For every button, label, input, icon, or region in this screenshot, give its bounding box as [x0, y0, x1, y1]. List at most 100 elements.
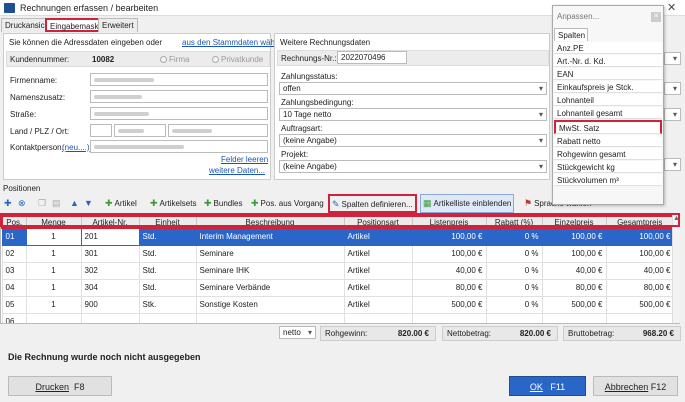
cell-beschreibung[interactable]: [195, 312, 345, 323]
delete-position-icon[interactable]: ⊗: [16, 196, 30, 211]
popup-item[interactable]: Stückgewicht kg: [554, 161, 662, 173]
ok-button[interactable]: OK F11: [509, 376, 586, 396]
cell-menge[interactable]: 1: [25, 244, 82, 263]
cell-einzelpreis[interactable]: 100,00 €: [541, 227, 607, 246]
cell-listenpreis[interactable]: 80,00 €: [411, 278, 487, 297]
table-row[interactable]: 03 1 302 Std. Seminare IHK Artikel 40,00…: [1, 261, 675, 280]
popup-item[interactable]: Einkaufspreis je Stck.: [554, 81, 662, 93]
weitere-daten-link[interactable]: weitere Daten...: [209, 166, 265, 175]
right-select-2[interactable]: [664, 82, 681, 95]
cell-beschreibung[interactable]: Sonstige Kosten: [195, 295, 345, 314]
cell-einheit[interactable]: Std.: [138, 261, 197, 280]
popup-item[interactable]: Anz.PE: [554, 42, 662, 54]
popup-item[interactable]: Lohnanteil: [554, 94, 662, 106]
firmenname-input[interactable]: [90, 73, 268, 86]
cell-einzelpreis[interactable]: 40,00 €: [541, 261, 607, 280]
right-select-4[interactable]: [664, 158, 681, 171]
cell-menge[interactable]: [25, 312, 82, 323]
strasse-input[interactable]: [90, 107, 268, 120]
cell-einzelpreis[interactable]: 80,00 €: [541, 278, 607, 297]
plz-input[interactable]: [114, 124, 166, 137]
artikelsets-button[interactable]: ✚ Artikelsets: [148, 196, 198, 211]
popup-item[interactable]: Rohgewinn gesamt: [554, 148, 662, 160]
ort-input[interactable]: [168, 124, 268, 137]
cell-positionsart[interactable]: [343, 312, 413, 323]
kontaktperson-input[interactable]: [90, 140, 268, 153]
cell-positionsart[interactable]: Artikel: [343, 278, 413, 297]
cell-einzelpreis[interactable]: 100,00 €: [541, 244, 607, 263]
col-einzelpreis[interactable]: Einzelpreis: [541, 215, 607, 229]
cell-einheit[interactable]: Std.: [138, 227, 197, 246]
radio-firma[interactable]: Firma: [160, 55, 189, 64]
cell-artikelnr[interactable]: 302: [80, 261, 140, 280]
cell-gesamtpreis[interactable]: [605, 312, 675, 323]
cell-positionsart[interactable]: Artikel: [343, 227, 413, 246]
cell-pos[interactable]: 04: [1, 278, 27, 297]
popup-item[interactable]: EAN: [554, 68, 662, 80]
tab-erweitert[interactable]: Erweitert: [98, 18, 138, 32]
land-input[interactable]: [90, 124, 112, 137]
radio-privatkunde[interactable]: Privatkunde: [212, 55, 263, 64]
col-einheit[interactable]: Einheit: [138, 215, 197, 229]
col-pos[interactable]: Pos.: [1, 215, 27, 229]
cell-pos[interactable]: 02: [1, 244, 27, 263]
bundles-button[interactable]: ✚ Bundles: [202, 196, 244, 211]
table-row[interactable]: 04 1 304 Std. Seminare Verbände Artikel …: [1, 278, 675, 297]
cell-menge[interactable]: 1: [25, 261, 82, 280]
cell-einheit[interactable]: Std.: [138, 244, 197, 263]
zahlungsstatus-select[interactable]: offen: [279, 82, 547, 95]
cell-listenpreis[interactable]: 500,00 €: [411, 295, 487, 314]
cell-rabatt[interactable]: 0 %: [485, 261, 543, 280]
move-down-icon[interactable]: ▼: [82, 196, 97, 211]
rechnungsnr-input[interactable]: 2022070496: [337, 51, 407, 64]
cell-einheit[interactable]: [138, 312, 197, 323]
cell-positionsart[interactable]: Artikel: [343, 295, 413, 314]
close-button[interactable]: ✕: [667, 1, 676, 14]
add-position-icon[interactable]: ✚: [2, 196, 16, 211]
felder-leeren-link[interactable]: Felder leeren: [221, 155, 268, 164]
cell-artikelnr[interactable]: 201: [80, 227, 140, 246]
cell-artikelnr[interactable]: 304: [80, 278, 140, 297]
right-select-3[interactable]: [664, 108, 681, 121]
drucken-button[interactable]: Drucken F8: [8, 376, 112, 396]
cell-pos[interactable]: 06: [1, 312, 27, 323]
cell-pos[interactable]: 05: [1, 295, 27, 314]
cell-pos[interactable]: 01: [1, 227, 27, 246]
spalten-definieren-button[interactable]: ✎ Spalten definieren...: [328, 194, 417, 213]
cell-listenpreis[interactable]: [411, 312, 487, 323]
artikelliste-einblenden-button[interactable]: ▦ Artikelliste einblenden: [420, 194, 515, 213]
cell-gesamtpreis[interactable]: 100,00 €: [605, 244, 675, 263]
table-row[interactable]: 02 1 301 Std. Seminare Artikel 100,00 € …: [1, 244, 675, 263]
cell-einzelpreis[interactable]: [541, 312, 607, 323]
cell-rabatt[interactable]: 0 %: [485, 227, 543, 246]
cell-listenpreis[interactable]: 100,00 €: [411, 244, 487, 263]
cell-rabatt[interactable]: 0 %: [485, 244, 543, 263]
zahlungsbedingung-select[interactable]: 10 Tage netto: [279, 108, 547, 121]
cell-pos[interactable]: 03: [1, 261, 27, 280]
pos-aus-vorgang-button[interactable]: ✚ Pos. aus Vorgang: [249, 196, 326, 211]
popup-item-mwst-satz[interactable]: MwSt. Satz: [554, 120, 662, 134]
col-menge[interactable]: Menge: [25, 215, 82, 229]
move-up-icon[interactable]: ▲: [68, 196, 83, 211]
cell-beschreibung[interactable]: Seminare IHK: [195, 261, 345, 280]
cell-einheit[interactable]: Stk.: [138, 295, 197, 314]
kontakt-neu-link[interactable]: (neu....): [62, 143, 90, 152]
table-row[interactable]: 05 1 900 Stk. Sonstige Kosten Artikel 50…: [1, 295, 675, 314]
netto-brutto-select[interactable]: netto: [279, 326, 316, 339]
col-beschreibung[interactable]: Beschreibung: [195, 215, 345, 229]
cell-artikelnr[interactable]: [80, 312, 140, 323]
popup-item[interactable]: Stückvolumen m³: [554, 174, 662, 186]
cell-positionsart[interactable]: Artikel: [343, 261, 413, 280]
cell-gesamtpreis[interactable]: 40,00 €: [605, 261, 675, 280]
abbrechen-button[interactable]: Abbrechen F12: [593, 376, 678, 396]
popup-close-icon[interactable]: ✕: [651, 12, 661, 22]
cell-menge[interactable]: 1: [25, 278, 82, 297]
popup-item[interactable]: Lohnanteil gesamt: [554, 107, 662, 119]
cell-einheit[interactable]: Std.: [138, 278, 197, 297]
popup-item[interactable]: Rabatt netto: [554, 135, 662, 147]
cell-menge[interactable]: 1: [25, 295, 82, 314]
popup-item[interactable]: Art.-Nr. d. Kd.: [554, 55, 662, 67]
cell-gesamtpreis[interactable]: 100,00 €: [605, 227, 675, 246]
right-select-1[interactable]: [664, 52, 681, 65]
copy-icon[interactable]: ❐: [36, 196, 50, 211]
